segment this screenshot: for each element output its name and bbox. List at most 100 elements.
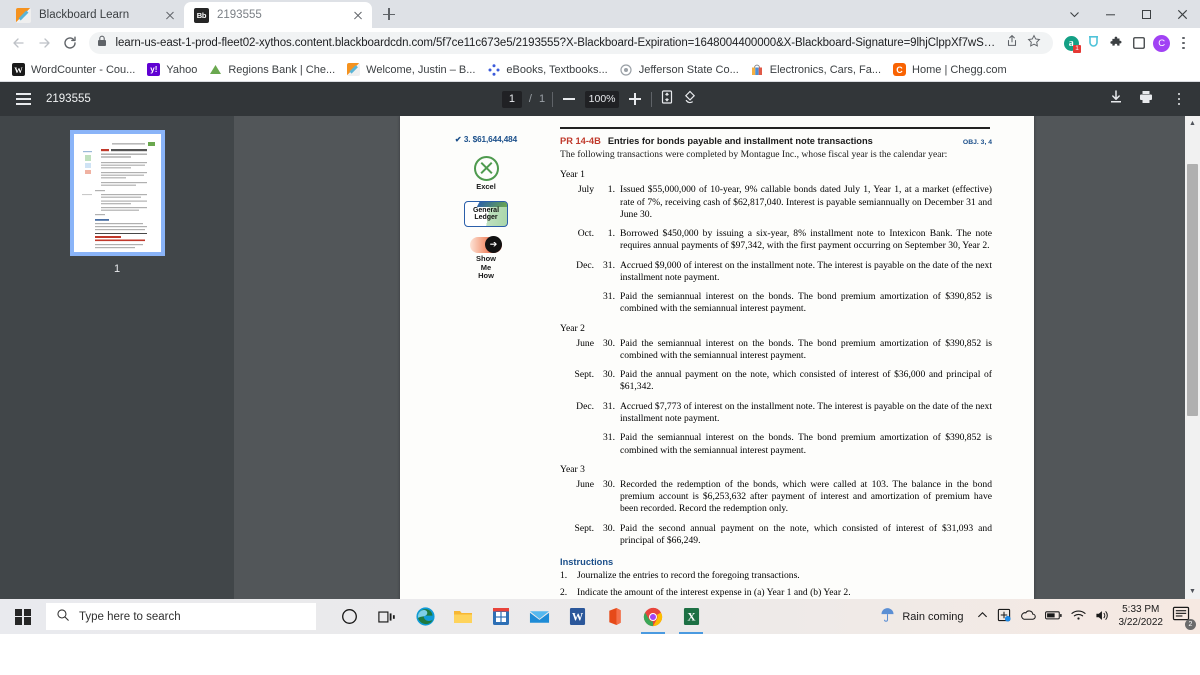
tx-day: 31. bbox=[603, 259, 615, 271]
battery-icon[interactable] bbox=[1044, 610, 1062, 624]
excel-icon[interactable]: X bbox=[672, 599, 710, 634]
bookmark-yahoo[interactable]: y! Yahoo bbox=[141, 60, 203, 80]
clock-time: 5:33 PM bbox=[1122, 604, 1160, 615]
extensions-puzzle-icon[interactable] bbox=[1106, 32, 1128, 54]
rotate-icon[interactable] bbox=[682, 89, 698, 110]
objective-tag: OBJ. 3, 4 bbox=[962, 139, 992, 146]
transaction-row: June 30. Recorded the redemption of the … bbox=[560, 479, 992, 516]
url-text: learn-us-east-1-prod-fleet02-xythos.cont… bbox=[115, 37, 1002, 49]
bookmark-label: eBooks, Textbooks... bbox=[506, 63, 608, 76]
address-bar[interactable]: learn-us-east-1-prod-fleet02-xythos.cont… bbox=[88, 32, 1054, 54]
close-tab-icon[interactable] bbox=[162, 7, 178, 23]
scrollbar-thumb[interactable] bbox=[1187, 164, 1198, 416]
taskbar-clock[interactable]: 5:33 PM 3/22/2022 bbox=[1119, 604, 1164, 629]
kebab-menu-icon[interactable] bbox=[1168, 88, 1190, 110]
search-placeholder-text: Type here to search bbox=[79, 610, 181, 623]
scroll-down-arrow-icon[interactable]: ▼ bbox=[1185, 584, 1200, 599]
page-number-input[interactable]: 1 bbox=[501, 90, 522, 108]
wifi-icon[interactable] bbox=[1070, 609, 1086, 624]
bb-badge-icon: Bb bbox=[194, 7, 209, 23]
windows-start-icon[interactable] bbox=[0, 599, 46, 634]
browser-tab-2193555[interactable]: Bb 2193555 bbox=[184, 2, 372, 28]
vertical-scrollbar[interactable]: ▲ ▼ bbox=[1185, 116, 1200, 599]
pdf-body: 1 ✔ 3. $61,644,484 Excel General Ledger … bbox=[0, 116, 1200, 599]
security-icon[interactable] bbox=[997, 608, 1011, 625]
bookmark-ebooks-textbooks[interactable]: eBooks, Textbooks... bbox=[481, 60, 613, 80]
share-icon[interactable] bbox=[1005, 34, 1023, 53]
hamburger-menu-icon[interactable] bbox=[10, 86, 36, 112]
bookmark-regions-bank[interactable]: Regions Bank | Che... bbox=[203, 60, 341, 80]
bookmark-chegg[interactable]: C Home | Chegg.com bbox=[887, 60, 1013, 80]
transaction-row: 31. Paid the semiannual interest on the … bbox=[560, 432, 992, 457]
window-controls bbox=[1056, 0, 1200, 28]
extension-badge: 1 bbox=[1073, 45, 1082, 53]
excel-resource-icon-block[interactable]: Excel bbox=[416, 156, 556, 191]
margin-column: ✔ 3. $61,644,484 Excel General Ledger ➔ … bbox=[416, 134, 556, 280]
notification-center-icon[interactable]: 2 bbox=[1172, 606, 1196, 630]
honey-icon[interactable] bbox=[1083, 32, 1105, 54]
zoom-out-icon[interactable] bbox=[560, 90, 578, 108]
chrome-icon[interactable] bbox=[634, 599, 672, 634]
fit-to-page-icon[interactable] bbox=[659, 89, 675, 110]
bookmark-jefferson-state[interactable]: Jefferson State Co... bbox=[614, 60, 745, 80]
close-tab-icon[interactable] bbox=[350, 7, 366, 23]
umbrella-icon bbox=[880, 607, 895, 626]
general-ledger-resource-icon-block[interactable]: General Ledger bbox=[416, 201, 556, 228]
scroll-up-arrow-icon[interactable]: ▲ bbox=[1185, 116, 1200, 131]
tx-text: Accrued $7,773 of interest on the instal… bbox=[620, 400, 992, 424]
pdf-document-area[interactable]: ✔ 3. $61,644,484 Excel General Ledger ➔ … bbox=[234, 116, 1185, 599]
print-icon[interactable] bbox=[1138, 89, 1154, 110]
amazon-assistant-icon[interactable]: a 1 bbox=[1060, 32, 1082, 54]
profile-avatar[interactable]: C bbox=[1151, 32, 1173, 54]
problem-code: PR 14-4B bbox=[560, 136, 601, 146]
office-icon[interactable] bbox=[596, 599, 634, 634]
microsoft-edge-icon[interactable] bbox=[406, 599, 444, 634]
task-view-icon[interactable] bbox=[368, 599, 406, 634]
pdf-filename: 2193555 bbox=[46, 93, 91, 105]
cortana-icon[interactable] bbox=[330, 599, 368, 634]
zoom-level-value[interactable]: 100% bbox=[585, 90, 620, 108]
instruction-item: 2. Indicate the amount of the interest e… bbox=[560, 587, 992, 599]
volume-icon[interactable] bbox=[1095, 609, 1110, 625]
onedrive-icon[interactable] bbox=[1020, 609, 1036, 624]
page-thumbnail-1[interactable] bbox=[69, 130, 165, 256]
zoom-in-icon[interactable] bbox=[626, 90, 644, 108]
file-explorer-icon[interactable] bbox=[444, 599, 482, 634]
reload-button[interactable] bbox=[57, 30, 83, 56]
back-button[interactable] bbox=[6, 30, 32, 56]
weather-widget[interactable]: Rain coming bbox=[880, 607, 964, 626]
tx-month: Dec. bbox=[576, 400, 594, 412]
browser-tab-blackboard-learn[interactable]: Blackboard Learn bbox=[6, 2, 184, 28]
show-me-how-resource-icon-block[interactable]: Show Me How bbox=[416, 236, 556, 280]
star-icon[interactable] bbox=[1027, 33, 1045, 53]
word-icon[interactable]: W bbox=[558, 599, 596, 634]
show-me-how-caption: Show Me How bbox=[476, 255, 496, 280]
close-icon[interactable] bbox=[1164, 0, 1200, 28]
kebab-menu-icon[interactable] bbox=[1172, 32, 1194, 54]
show-hidden-icons-chevron[interactable] bbox=[977, 610, 988, 624]
chevron-down-icon[interactable] bbox=[1056, 0, 1092, 28]
bookmark-wordcounter[interactable]: W WordCounter - Cou... bbox=[6, 60, 141, 80]
microsoft-store-icon[interactable] bbox=[482, 599, 520, 634]
tab-strip: Blackboard Learn Bb 2193555 bbox=[0, 0, 1200, 28]
jefferson-state-icon bbox=[620, 63, 633, 76]
tx-month: June bbox=[576, 337, 594, 349]
download-icon[interactable] bbox=[1108, 89, 1124, 110]
divider bbox=[552, 91, 554, 107]
tx-month: July bbox=[578, 184, 594, 196]
tx-day: 31. bbox=[603, 400, 615, 412]
mail-icon[interactable] bbox=[520, 599, 558, 634]
instruction-number: 2. bbox=[560, 587, 568, 599]
collections-icon[interactable] bbox=[1128, 32, 1150, 54]
forward-button[interactable] bbox=[32, 30, 58, 56]
problem-title: Entries for bonds payable and installmen… bbox=[607, 136, 873, 146]
bookmark-welcome-justin[interactable]: Welcome, Justin – B... bbox=[341, 60, 481, 80]
minimize-icon[interactable] bbox=[1092, 0, 1128, 28]
bookmark-ebay[interactable]: Electronics, Cars, Fa... bbox=[745, 60, 887, 80]
new-tab-button[interactable] bbox=[376, 1, 402, 27]
maximize-icon[interactable] bbox=[1128, 0, 1164, 28]
page-total: 1 bbox=[538, 93, 546, 105]
lock-icon bbox=[97, 34, 109, 52]
taskbar-search-input[interactable]: Type here to search bbox=[46, 603, 316, 630]
tx-day: 1. bbox=[607, 228, 615, 240]
